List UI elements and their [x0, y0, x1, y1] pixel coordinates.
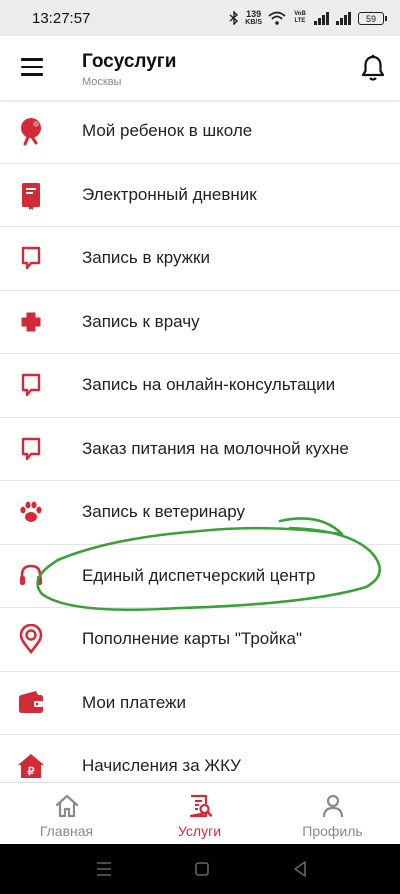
- service-item-payments[interactable]: Мои платежи: [0, 672, 400, 735]
- status-time: 13:27:57: [32, 10, 91, 27]
- services-icon: [189, 794, 212, 818]
- tab-home[interactable]: Главная: [0, 783, 133, 845]
- service-item-dairy-kitchen[interactable]: Заказ питания на молочной кухне: [0, 418, 400, 481]
- status-bar: 13:27:57 139 KB/S VoB LTE 59: [0, 0, 400, 36]
- status-icons: 139 KB/S VoB LTE 59: [229, 8, 387, 28]
- service-label: Запись в кружки: [82, 248, 210, 268]
- service-item-online-consult[interactable]: Запись на онлайн-консультации: [0, 354, 400, 418]
- service-label: Мой ребенок в школе: [82, 121, 253, 141]
- services-list: Мой ребенок в школе Электронный дневник …: [0, 100, 400, 782]
- bluetooth-icon: [229, 11, 239, 25]
- service-label: Запись на онлайн-консультации: [82, 375, 336, 395]
- service-item-doctor[interactable]: Запись к врачу: [0, 291, 400, 354]
- service-label: Мои платежи: [82, 692, 186, 712]
- wallet-icon: [19, 690, 43, 713]
- speech-bubble-icon: [21, 374, 41, 397]
- bottom-navigation: Главная Услуги Профиль: [0, 782, 400, 845]
- hamburger-menu-icon[interactable]: [21, 58, 43, 76]
- bell-icon[interactable]: [360, 54, 386, 82]
- tab-profile[interactable]: Профиль: [266, 783, 399, 845]
- service-item-school[interactable]: Мой ребенок в школе: [0, 100, 400, 164]
- service-label: Запись к врачу: [82, 311, 200, 331]
- svg-text:₽: ₽: [28, 766, 35, 778]
- service-item-diary[interactable]: Электронный дневник: [0, 164, 400, 227]
- battery-indicator: 59: [358, 11, 387, 25]
- paw-icon: [20, 501, 42, 523]
- location-pin-icon: [19, 624, 43, 655]
- service-item-housing-charges[interactable]: ₽ Начисления за ЖКУ: [0, 735, 400, 782]
- school-bell-icon: [21, 118, 41, 146]
- speech-bubble-icon: [21, 247, 41, 270]
- diary-book-icon: [22, 182, 40, 210]
- net-speed-value: 139: [246, 9, 262, 19]
- app-subtitle: Москвы: [82, 76, 122, 88]
- home-icon: [55, 794, 78, 818]
- volte-label: VoB LTE: [294, 11, 306, 24]
- back-button-icon[interactable]: [288, 857, 312, 881]
- tab-services[interactable]: Услуги: [133, 783, 266, 845]
- system-navigation-bar: [0, 844, 400, 894]
- service-label: Электронный дневник: [82, 184, 257, 204]
- service-label: Пополнение карты "Тройка": [82, 629, 303, 649]
- tab-profile-label: Профиль: [302, 823, 363, 839]
- app-bar: Госуслуги Москвы: [0, 36, 400, 100]
- speech-bubble-icon: [21, 437, 41, 460]
- net-speed-unit: KB/S: [245, 19, 262, 26]
- tab-home-label: Главная: [39, 823, 94, 839]
- headset-icon: [20, 564, 42, 585]
- app-title: Госуслуги: [82, 51, 177, 72]
- service-item-dispatch-center[interactable]: Единый диспетчерский центр: [0, 545, 400, 608]
- service-label: Начисления за ЖКУ: [82, 756, 241, 776]
- profile-icon: [322, 794, 343, 818]
- signal-icon-1: [314, 11, 329, 25]
- service-item-troika[interactable]: Пополнение карты "Тройка": [0, 608, 400, 672]
- service-item-clubs[interactable]: Запись в кружки: [0, 227, 400, 291]
- service-item-vet[interactable]: Запись к ветеринару: [0, 481, 400, 545]
- house-ruble-icon: ₽: [18, 754, 44, 779]
- medical-cross-icon: [21, 312, 41, 332]
- home-button-icon[interactable]: [190, 857, 214, 881]
- service-label: Запись к ветеринару: [82, 502, 246, 522]
- recent-apps-icon[interactable]: [92, 857, 116, 881]
- service-label: Заказ питания на молочной кухне: [82, 438, 349, 458]
- wifi-icon: [268, 11, 286, 25]
- network-speed: 139 KB/S: [245, 9, 262, 27]
- service-label: Единый диспетчерский центр: [82, 565, 316, 585]
- tab-services-label: Услуги: [177, 823, 222, 839]
- signal-icon-2: [336, 11, 351, 25]
